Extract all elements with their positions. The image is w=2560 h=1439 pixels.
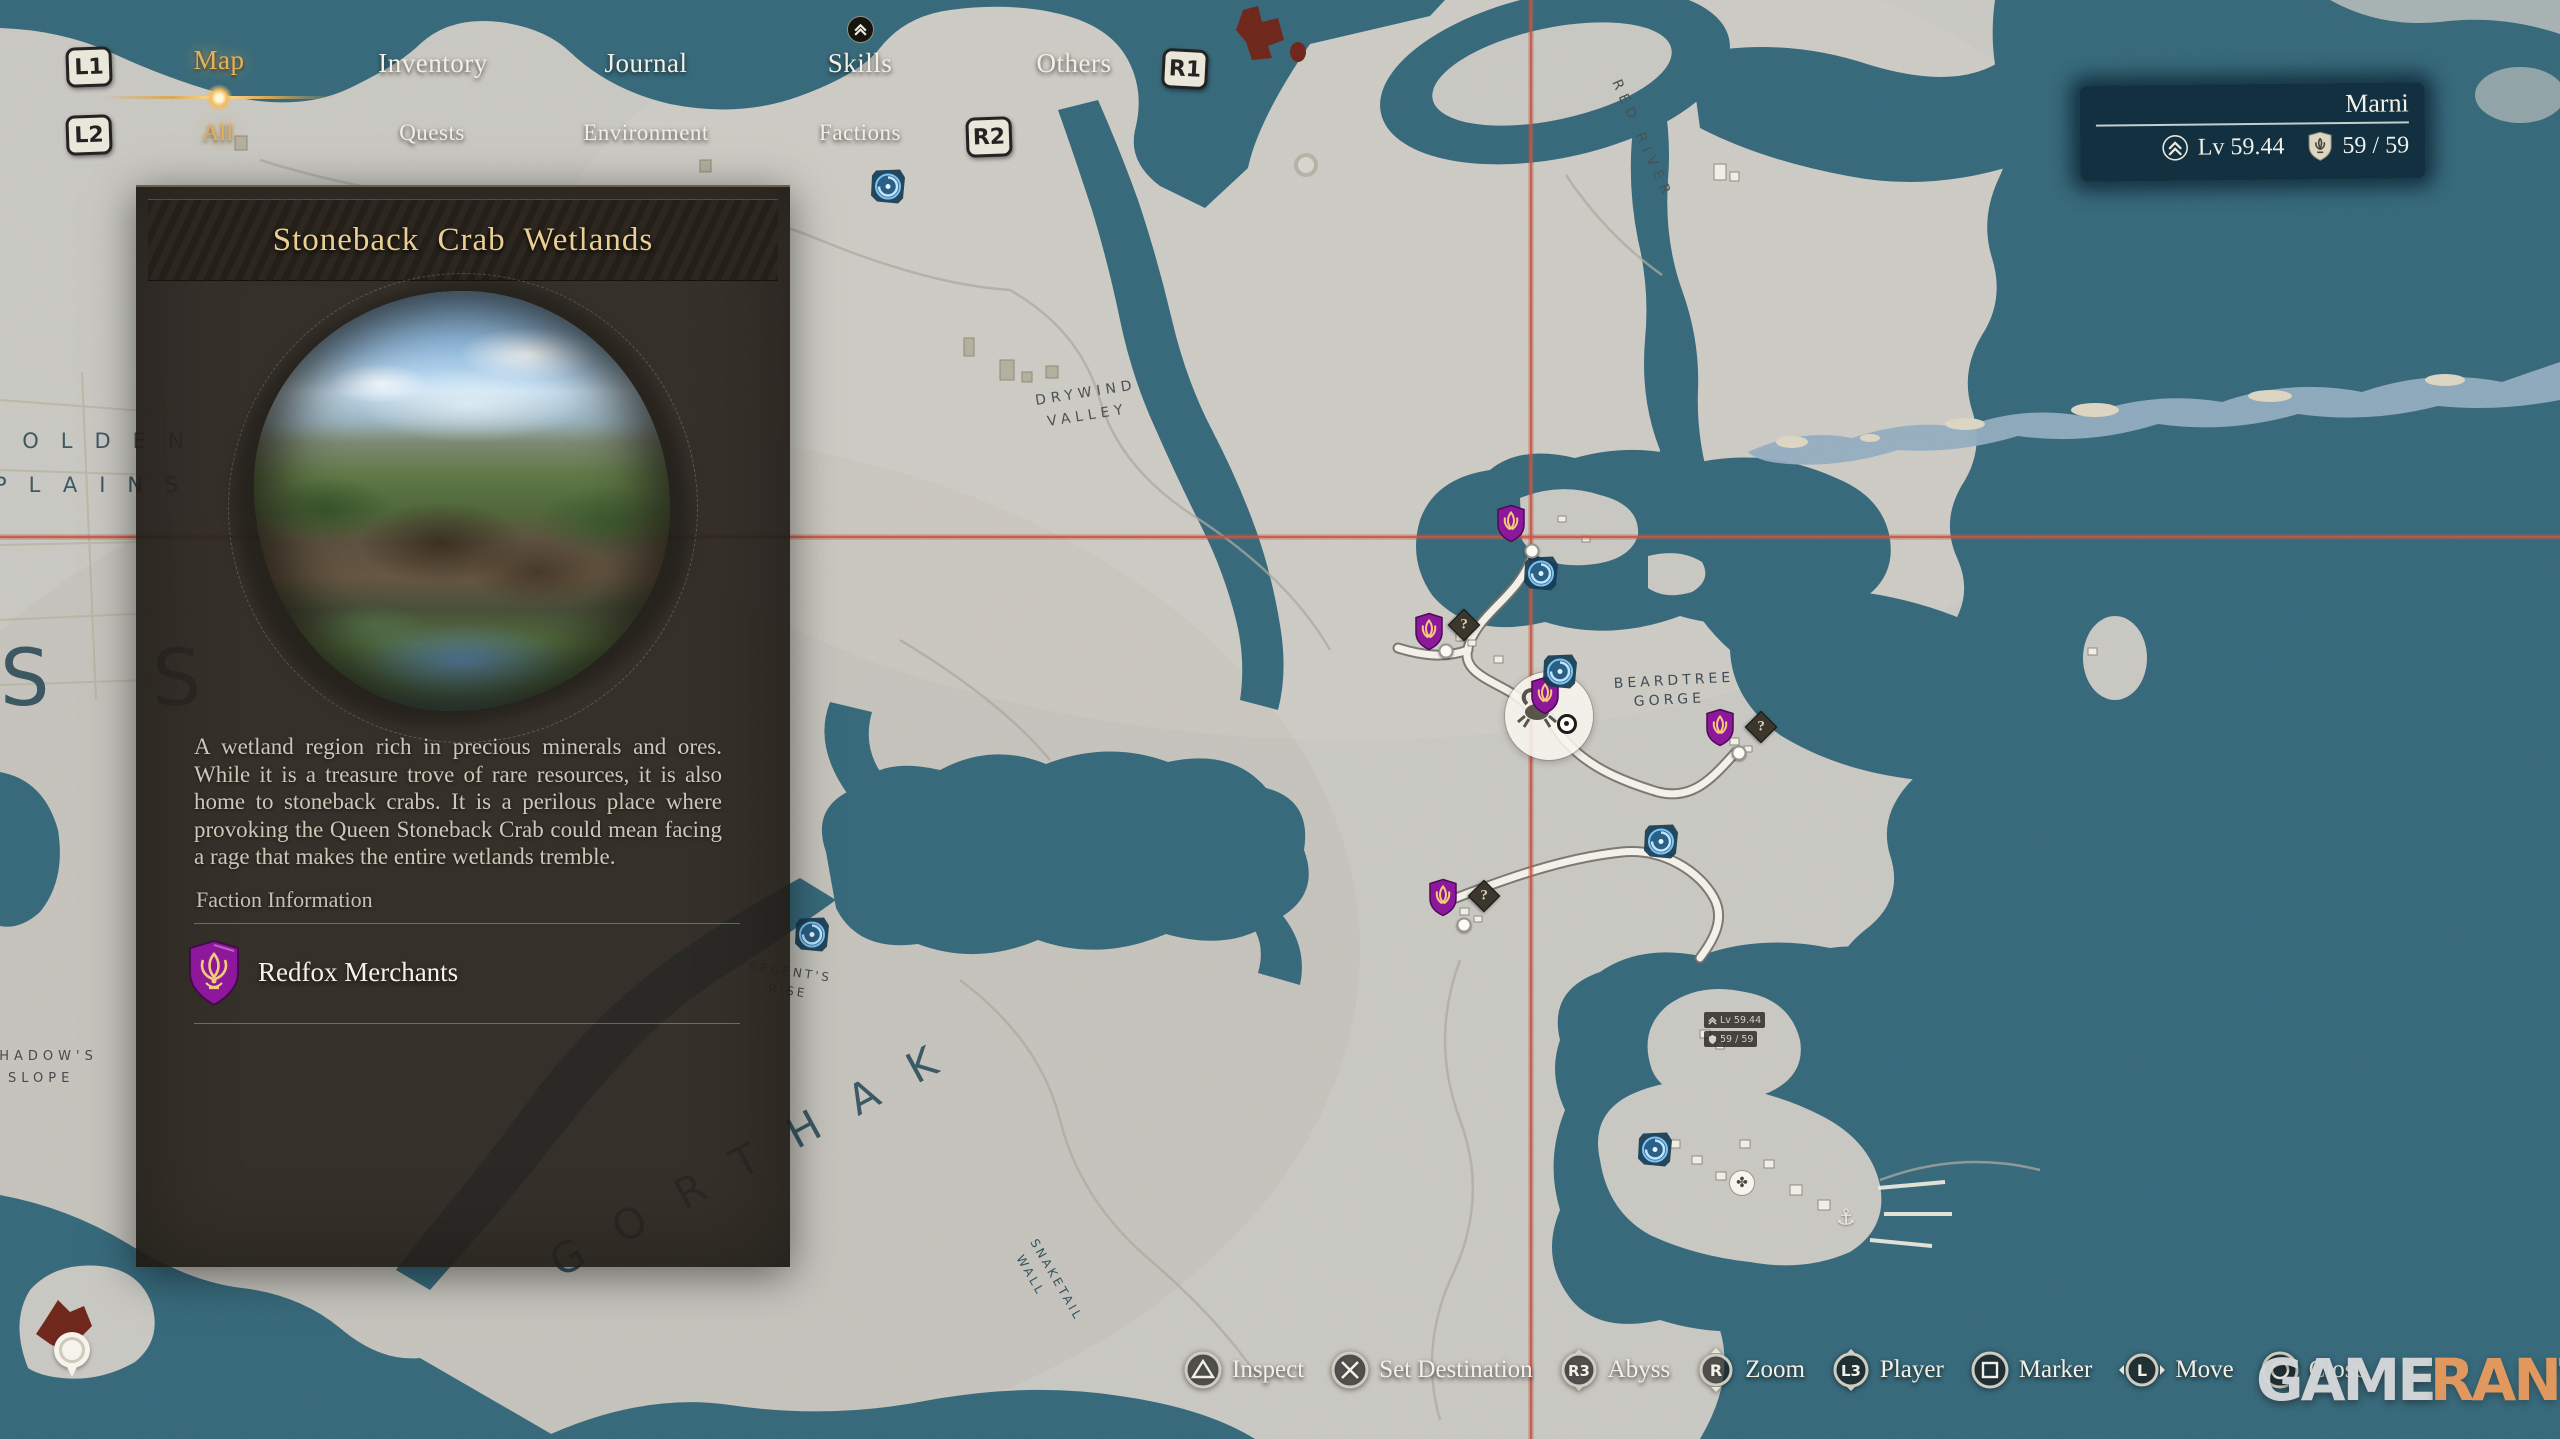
right-stick-icon: R: [1696, 1348, 1736, 1392]
controller-hint-bar: Inspect Set Destination R3 Abyss R Zoom …: [1183, 1348, 2366, 1392]
faction-shield-marker[interactable]: [1496, 505, 1526, 548]
divider: [2096, 121, 2409, 126]
r2-button[interactable]: R2: [965, 116, 1012, 158]
player-level: Lv 59.44: [2198, 133, 2285, 161]
divider: [194, 1023, 740, 1024]
tab-map[interactable]: Map: [194, 45, 245, 76]
destination-node-icon: [1557, 714, 1577, 734]
hint-set-destination[interactable]: Set Destination: [1330, 1350, 1532, 1390]
l1-button[interactable]: L1: [65, 46, 112, 88]
triangle-button-icon: [1183, 1350, 1223, 1390]
svg-text:R: R: [1710, 1361, 1722, 1380]
faction-name[interactable]: Redfox Merchants: [258, 957, 458, 988]
hint-marker[interactable]: Marker: [1970, 1350, 2093, 1390]
level-icon: [2161, 134, 2189, 162]
subtab-environment[interactable]: Environment: [583, 120, 709, 146]
waypoint-marker[interactable]: [869, 168, 907, 211]
town-dot-marker[interactable]: [1439, 644, 1454, 659]
square-button-icon: [1970, 1350, 2010, 1390]
waypoint-marker[interactable]: [793, 916, 831, 959]
hint-inspect[interactable]: Inspect: [1183, 1350, 1304, 1390]
subtab-factions[interactable]: Factions: [819, 120, 901, 146]
tab-others[interactable]: Others: [1037, 48, 1112, 79]
location-description: A wetland region rich in precious minera…: [194, 733, 722, 871]
map-pin-marker[interactable]: [54, 1332, 90, 1368]
city-landmark-icon[interactable]: ✤: [1729, 1170, 1755, 1196]
cross-button-icon: [1330, 1350, 1370, 1390]
divider: [194, 923, 740, 924]
tab-journal[interactable]: Journal: [605, 48, 688, 79]
town-dot-marker[interactable]: [1525, 544, 1540, 559]
panel-title-band: Stoneback Crab Wetlands: [148, 199, 778, 281]
faction-info-header: Faction Information: [196, 887, 373, 913]
skill-points-badge-icon: [847, 16, 874, 43]
player-info-card: Marni Lv 59.44 59 / 59: [2080, 82, 2426, 182]
anchor-icon: ⚓: [1836, 1206, 1856, 1231]
l3-button-icon: L3: [1831, 1348, 1871, 1392]
town-dot-marker[interactable]: [1457, 918, 1472, 933]
left-stick-icon: L: [2118, 1350, 2166, 1390]
r1-button[interactable]: R1: [1161, 48, 1209, 90]
waypoint-marker[interactable]: [1636, 1131, 1674, 1174]
player-name: Marni: [2096, 88, 2409, 121]
hint-abyss[interactable]: R3 Abyss: [1559, 1348, 1671, 1392]
subtab-quests[interactable]: Quests: [399, 120, 465, 146]
hint-move[interactable]: L Move: [2118, 1350, 2233, 1390]
map-player-hp-tag: 59 / 59: [1704, 1031, 1757, 1047]
l2-button[interactable]: L2: [65, 114, 112, 156]
map-player-level-tag: Lv 59.44: [1704, 1012, 1765, 1028]
faction-shield-marker[interactable]: [1428, 879, 1458, 922]
tab-inventory[interactable]: Inventory: [378, 48, 487, 79]
location-photo: [254, 291, 670, 711]
player-hp: 59 / 59: [2342, 132, 2409, 160]
faction-shield-marker[interactable]: [1705, 709, 1735, 752]
gamerant-watermark: GAMERANT: [2256, 1346, 2560, 1414]
location-title: Stoneback Crab Wetlands: [273, 222, 654, 259]
svg-text:L3: L3: [1841, 1362, 1861, 1380]
waypoint-marker[interactable]: [1522, 555, 1560, 598]
watermark-game: GAME: [2256, 1346, 2434, 1414]
hint-zoom[interactable]: R Zoom: [1696, 1348, 1805, 1392]
hint-player[interactable]: L3 Player: [1831, 1348, 1944, 1392]
hp-shield-icon: [2307, 131, 2333, 161]
svg-text:R3: R3: [1568, 1362, 1590, 1380]
arena-ring-icon[interactable]: [1294, 153, 1318, 177]
waypoint-marker[interactable]: [1541, 653, 1579, 696]
r3-button-icon: R3: [1559, 1348, 1599, 1392]
svg-text:L: L: [2137, 1361, 2147, 1380]
tab-skills[interactable]: Skills: [828, 48, 893, 79]
subtab-all[interactable]: All: [203, 120, 234, 146]
game-map-screen: GOLDEN PLAINS S S DRYWIND VALLEY RED RIV…: [0, 0, 2560, 1439]
location-info-panel: Stoneback Crab Wetlands A wetland region…: [136, 185, 790, 1267]
level-mini-icon: [1708, 1016, 1717, 1025]
shield-mini-icon: [1708, 1035, 1717, 1044]
active-tab-glow-dot: [205, 84, 233, 112]
town-dot-marker[interactable]: [1732, 746, 1747, 761]
waypoint-marker[interactable]: [1642, 823, 1680, 866]
redfox-merchants-shield-icon: [186, 939, 242, 1007]
watermark-rant: RANT: [2430, 1346, 2560, 1414]
